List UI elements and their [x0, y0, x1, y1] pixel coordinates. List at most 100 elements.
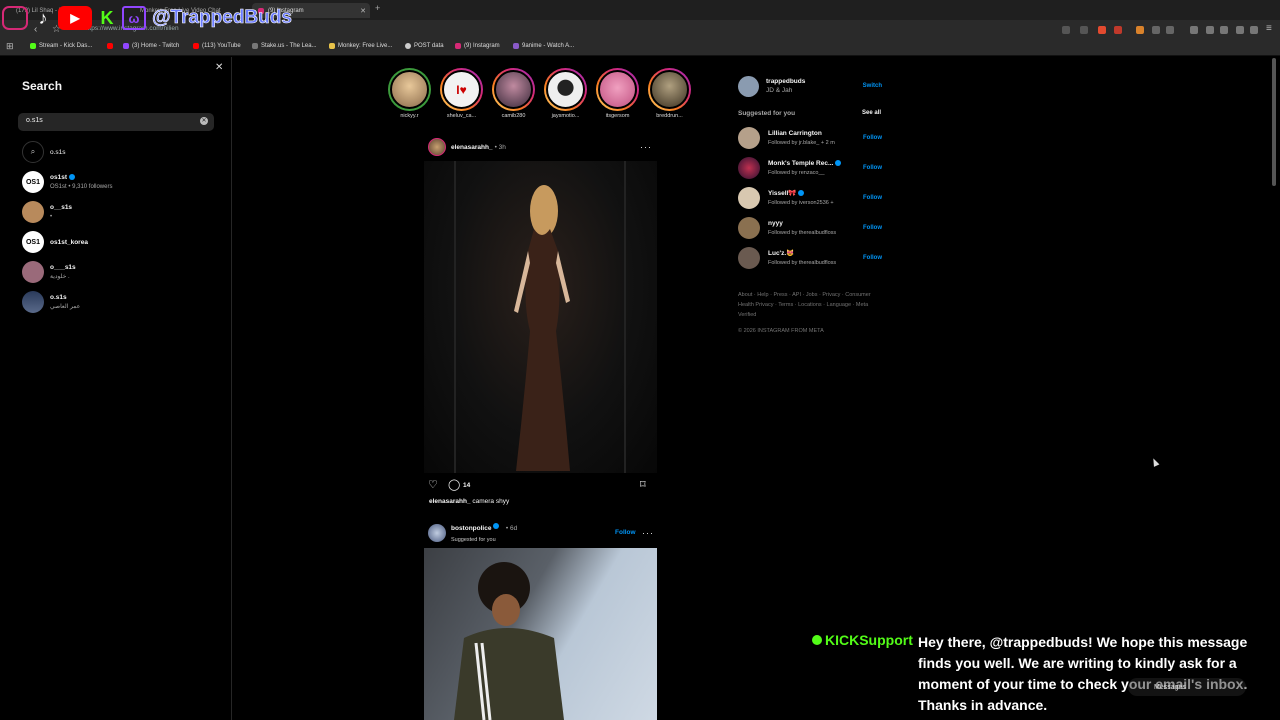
rewards-icon[interactable] — [1114, 26, 1122, 34]
kick-logo: K — [100, 7, 114, 28]
wallet-icon[interactable] — [1220, 26, 1228, 34]
suggestion-name[interactable]: nyyy — [768, 220, 783, 227]
extension-icon[interactable] — [1166, 26, 1174, 34]
new-tab-icon[interactable]: + — [375, 3, 380, 13]
post-photo-figure — [454, 562, 564, 720]
search-input[interactable] — [26, 117, 196, 124]
comment-icon[interactable]: ◯ — [448, 478, 460, 491]
search-result[interactable]: OS1 os1st_korea — [22, 231, 222, 253]
comment-count: 14 — [463, 482, 471, 489]
footer-links[interactable]: About · Help · Press · API · Jobs · Priv… — [738, 290, 878, 320]
avatar[interactable] — [738, 75, 759, 97]
post-image[interactable] — [424, 548, 657, 720]
suggestion-name[interactable]: Yissell🎀 — [768, 190, 796, 197]
scrollbar[interactable] — [1272, 58, 1277, 718]
see-all-link[interactable]: See all — [862, 110, 881, 116]
messages-pill[interactable]: Messages — [1128, 678, 1246, 696]
avatar[interactable] — [428, 138, 446, 156]
elevator-wall — [454, 161, 456, 473]
search-result[interactable]: o__s1s • — [22, 201, 222, 223]
bookmark-item[interactable]: (113) YouTube — [193, 43, 241, 49]
switch-account-button[interactable]: Switch — [863, 83, 882, 89]
apps-grid-icon[interactable]: ⊞ — [6, 41, 14, 52]
tiktok-logo: ♪ — [38, 7, 48, 28]
caption-username[interactable]: elenasarahh_ — [429, 498, 471, 505]
suggestion-name[interactable]: Lillian Carrington — [768, 130, 822, 137]
twitch-logo: ω — [122, 6, 146, 30]
post-username[interactable]: elenasarahh_ — [451, 144, 493, 151]
extension-icon[interactable] — [1136, 26, 1144, 34]
bookmark-item[interactable]: (3) Home - Twitch — [123, 43, 179, 49]
post-image[interactable] — [424, 161, 657, 473]
avatar[interactable] — [738, 187, 760, 209]
clear-search-icon[interactable]: ✕ — [200, 117, 208, 125]
avatar: OS1 — [22, 171, 44, 193]
sidebar-icon[interactable] — [1206, 26, 1214, 34]
avatar[interactable] — [738, 157, 760, 179]
bookmark-item[interactable]: Monkey: Free Live... — [329, 43, 392, 49]
story-item[interactable]: itsgersom — [596, 68, 639, 119]
account-fullname: JD & Jah — [766, 87, 793, 94]
result-subtitle: OS1st • 9,310 followers — [50, 183, 113, 190]
brave-shield-icon[interactable] — [1098, 26, 1106, 34]
media-icon[interactable] — [1190, 26, 1198, 34]
menu-icon[interactable]: ≡ — [1266, 23, 1272, 34]
kick-icon — [30, 43, 36, 49]
suggested-title: Suggested for you — [738, 110, 796, 117]
save-bookmark-icon[interactable]: ⌑ — [640, 478, 646, 491]
extension-icon[interactable] — [1152, 26, 1160, 34]
youtube-icon — [193, 43, 199, 49]
more-options-icon[interactable]: ··· — [642, 528, 1276, 538]
bookmark-item[interactable] — [107, 43, 113, 49]
account-username[interactable]: trappedbuds — [766, 78, 805, 85]
post-caption: elenasarahh_ camera shyy — [429, 498, 509, 505]
heart-icon: I♥ — [442, 70, 481, 109]
extension-icon[interactable] — [1062, 26, 1070, 34]
bookmark-item[interactable]: POST data — [405, 43, 444, 49]
suggestion-sub: Followed by therealbudfloss — [768, 229, 837, 236]
story-avatar — [390, 70, 429, 109]
story-item[interactable]: I♥ sheluv_ca... — [440, 68, 483, 119]
bookmark-item[interactable]: Stream - Kick Das... — [30, 43, 92, 49]
result-username: os1st — [50, 173, 67, 181]
profile-icon[interactable] — [1250, 26, 1258, 34]
suggestion-row: Yissell🎀 Followed by iverson2536 + Follow — [738, 186, 884, 210]
like-heart-icon[interactable]: ♡ — [428, 478, 438, 491]
extension-icon[interactable] — [1236, 26, 1244, 34]
avatar[interactable] — [738, 127, 760, 149]
story-item[interactable]: breddrun... — [648, 68, 691, 119]
follow-button[interactable]: Follow — [863, 165, 882, 171]
follow-button[interactable]: Follow — [863, 135, 882, 141]
suggestion-name[interactable]: Monk's Temple Rec... — [768, 160, 833, 167]
bookmark-item[interactable]: (9) Instagram — [455, 43, 500, 49]
close-icon[interactable]: ✕ — [215, 62, 223, 73]
story-item[interactable]: camib280 — [492, 68, 535, 119]
scroll-thumb[interactable] — [1272, 58, 1276, 186]
instagram-logo — [2, 6, 28, 30]
close-tab-icon[interactable]: ✕ — [360, 7, 366, 15]
story-item[interactable]: jaysmotio... — [544, 68, 587, 119]
follow-button[interactable]: Follow — [863, 255, 882, 261]
result-username: o.s1s — [50, 293, 67, 301]
post-username[interactable]: bostonpolice — [451, 525, 491, 532]
avatar[interactable] — [738, 247, 760, 269]
bookmark-item[interactable]: 9anime - Watch A... — [513, 43, 574, 49]
search-result[interactable]: o___s1s خلودية . — [22, 261, 222, 283]
follow-button[interactable]: Follow — [615, 529, 636, 536]
extension-icon[interactable] — [1080, 26, 1088, 34]
follow-button[interactable]: Follow — [863, 225, 882, 231]
search-result[interactable]: OS1 os1st OS1st • 9,310 followers — [22, 171, 222, 193]
story-name: breddrun... — [656, 113, 683, 119]
avatar[interactable] — [428, 524, 446, 542]
search-result[interactable]: o.s1s عمر العاصي — [22, 291, 222, 313]
more-options-icon[interactable]: ··· — [640, 142, 652, 152]
chat-message: Hey there, @trappedbuds! We hope this me… — [918, 634, 1248, 713]
story-item[interactable]: nickyy.r — [388, 68, 431, 119]
search-suggestion[interactable]: ⌕ o.s1s — [22, 141, 222, 163]
follow-button[interactable]: Follow — [863, 195, 882, 201]
suggestion-name[interactable]: Luc'z.😻 — [768, 250, 794, 257]
story-name: jaysmotio... — [551, 113, 580, 119]
post-time: 3h — [498, 143, 506, 151]
avatar[interactable] — [738, 217, 760, 239]
bookmark-item[interactable]: Stake.us - The Lea... — [252, 43, 317, 49]
